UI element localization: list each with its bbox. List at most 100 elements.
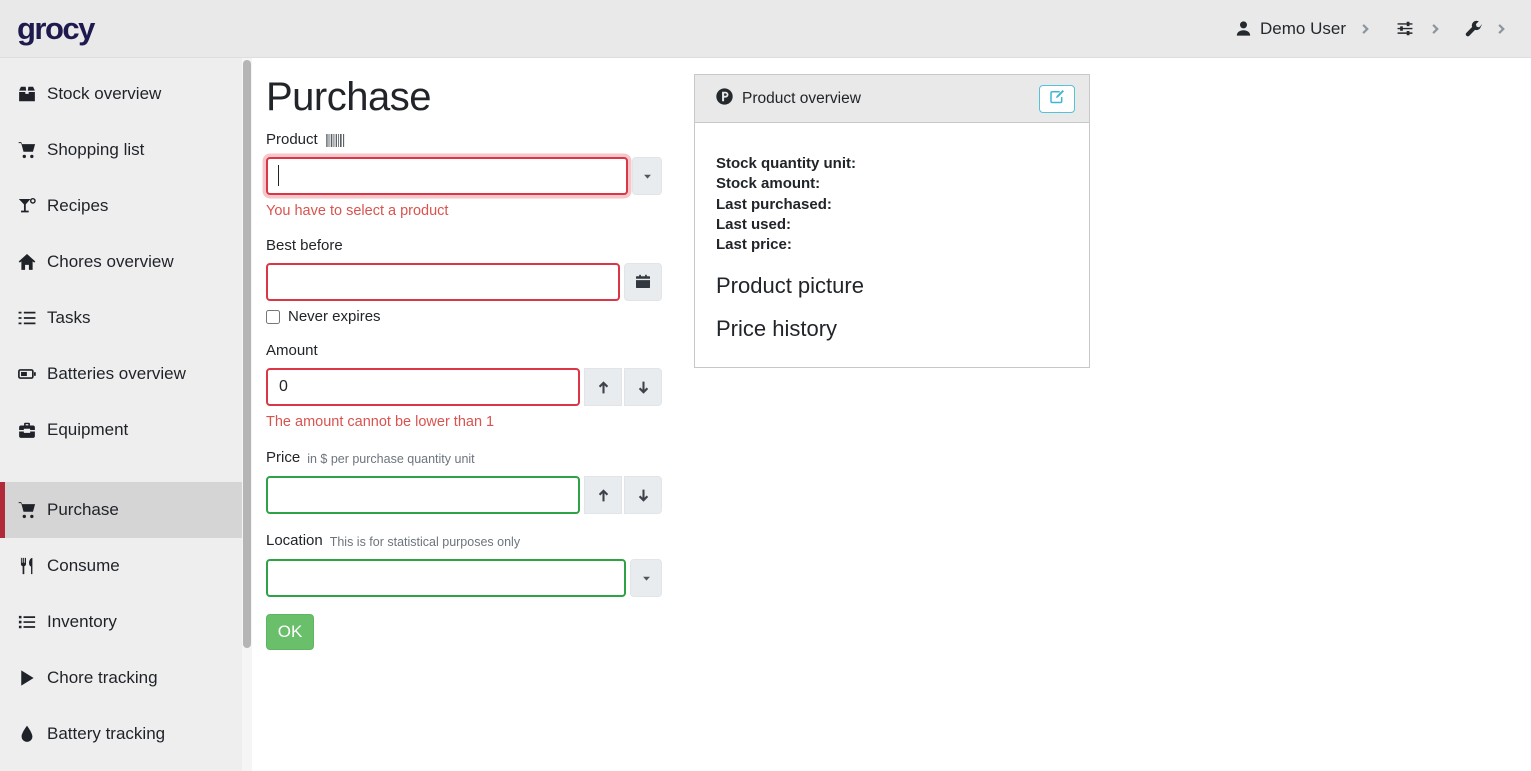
product-overview-title-row: Product overview xyxy=(716,88,861,110)
user-menu[interactable]: Demo User xyxy=(1235,19,1346,39)
product-group: Product You have to select a product xyxy=(266,131,662,220)
overview-field: Stock quantity unit: xyxy=(716,154,1068,174)
sidebar-item-shopping-list[interactable]: Shopping list xyxy=(0,122,252,178)
arrow-down-icon xyxy=(636,488,651,503)
sidebar-item-label: Recipes xyxy=(47,196,108,216)
play-icon xyxy=(17,668,37,688)
tint-icon xyxy=(17,724,37,744)
product-picture-heading: Product picture xyxy=(716,274,1068,298)
battery-icon xyxy=(17,364,37,384)
edit-icon xyxy=(1049,89,1065,108)
wrench-icon xyxy=(1464,20,1482,38)
chevron-right-icon xyxy=(1359,23,1371,35)
manage-menu[interactable] xyxy=(1394,20,1416,37)
sidebar-item-label: Consume xyxy=(47,556,120,576)
purchase-form: Purchase Product xyxy=(266,74,662,650)
calendar-icon xyxy=(635,274,651,290)
product-overview-title: Product overview xyxy=(742,90,861,108)
price-hint: in $ per purchase quantity unit xyxy=(307,448,474,468)
sidebar-item-tasks[interactable]: Tasks xyxy=(0,290,252,346)
sidebar-item-label: Chores overview xyxy=(47,252,174,272)
ok-button[interactable]: OK xyxy=(266,614,314,650)
location-group: Location This is for statistical purpose… xyxy=(266,531,662,597)
app-root: grocy Demo User xyxy=(0,0,1531,771)
amount-increment-button[interactable] xyxy=(584,368,622,406)
best-before-label: Best before xyxy=(266,237,343,255)
cocktail-icon xyxy=(17,196,37,216)
product-overview-panel: Product overview Stock quantity unit: St… xyxy=(694,74,1090,368)
utensils-icon xyxy=(17,556,37,576)
user-menu-label: Demo User xyxy=(1260,19,1346,39)
text-cursor xyxy=(278,165,279,186)
location-select[interactable] xyxy=(266,559,626,597)
sidebar-item-label: Shopping list xyxy=(47,140,144,160)
product-overview-body: Stock quantity unit: Stock amount: Last … xyxy=(695,123,1089,367)
price-input[interactable] xyxy=(266,476,580,514)
sidebar-item-battery-tracking[interactable]: Battery tracking xyxy=(0,706,252,762)
calendar-button[interactable] xyxy=(624,263,662,301)
admin-menu[interactable] xyxy=(1464,20,1482,38)
best-before-group: Best before Never expires xyxy=(266,237,662,325)
price-increment-button[interactable] xyxy=(584,476,622,514)
best-before-input[interactable] xyxy=(266,263,620,301)
product-error: You have to select a product xyxy=(266,203,662,220)
sidebar-item-label: Stock overview xyxy=(47,84,161,104)
shopping-cart-icon xyxy=(17,500,37,520)
sidebar-item-consume[interactable]: Consume xyxy=(0,538,252,594)
main-content: Purchase Product xyxy=(252,58,1531,771)
sidebar-item-label: Tasks xyxy=(47,308,90,328)
sidebar-item-chore-tracking[interactable]: Chore tracking xyxy=(0,650,252,706)
chevron-right-icon xyxy=(1429,23,1441,35)
list-icon xyxy=(17,612,37,632)
price-group: Price in $ per purchase quantity unit xyxy=(266,448,662,514)
overview-field: Stock amount: xyxy=(716,174,1068,194)
location-label: Location xyxy=(266,532,323,550)
sidebar-item-equipment[interactable]: Equipment xyxy=(0,402,252,458)
app-logo[interactable]: grocy xyxy=(17,13,94,44)
sidebar-item-stock-overview[interactable]: Stock overview xyxy=(0,66,252,122)
price-label: Price xyxy=(266,449,300,467)
sidebar-item-chores-overview[interactable]: Chores overview xyxy=(0,234,252,290)
product-hunt-icon xyxy=(716,88,733,110)
sidebar-item-inventory[interactable]: Inventory xyxy=(0,594,252,650)
box-icon xyxy=(17,84,37,104)
edit-product-button[interactable] xyxy=(1039,85,1075,113)
sidebar-scrollbar[interactable] xyxy=(242,58,252,771)
sidebar-item-recipes[interactable]: Recipes xyxy=(0,178,252,234)
chevron-right-icon xyxy=(1495,23,1507,35)
sidebar: Stock overview Shopping list Recipes Cho… xyxy=(0,58,252,771)
never-expires-row: Never expires xyxy=(266,308,662,325)
sidebar-item-purchase[interactable]: Purchase xyxy=(0,482,252,538)
toolbox-icon xyxy=(17,420,37,440)
sidebar-item-batteries-overview[interactable]: Batteries overview xyxy=(0,346,252,402)
location-dropdown-button[interactable] xyxy=(630,559,662,597)
product-dropdown-button[interactable] xyxy=(632,157,662,195)
amount-error: The amount cannot be lower than 1 xyxy=(266,414,662,431)
user-icon xyxy=(1235,20,1252,37)
product-input[interactable] xyxy=(266,157,628,195)
top-header: grocy Demo User xyxy=(0,0,1531,58)
sidebar-item-label: Inventory xyxy=(47,612,117,632)
sidebar-item-label: Batteries overview xyxy=(47,364,186,384)
amount-input[interactable] xyxy=(266,368,580,406)
header-menu: Demo User xyxy=(1235,19,1507,39)
never-expires-checkbox[interactable] xyxy=(266,310,280,324)
amount-group: Amount The amount cannot be lower than 1 xyxy=(266,342,662,431)
sidebar-scrollbar-thumb[interactable] xyxy=(243,60,251,648)
arrow-up-icon xyxy=(596,488,611,503)
sidebar-item-label: Purchase xyxy=(47,500,119,520)
never-expires-label: Never expires xyxy=(288,308,381,325)
product-overview-header: Product overview xyxy=(695,75,1089,123)
arrow-down-icon xyxy=(636,380,651,395)
caret-down-icon xyxy=(642,171,653,182)
home-icon xyxy=(17,252,37,272)
sidebar-item-label: Battery tracking xyxy=(47,724,165,744)
amount-label: Amount xyxy=(266,342,318,360)
product-overview-card: Product overview Stock quantity unit: St… xyxy=(694,74,1090,368)
location-hint: This is for statistical purposes only xyxy=(330,531,520,551)
amount-decrement-button[interactable] xyxy=(624,368,662,406)
sidebar-item-label: Equipment xyxy=(47,420,128,440)
caret-down-icon xyxy=(641,573,652,584)
barcode-icon xyxy=(325,134,346,147)
price-decrement-button[interactable] xyxy=(624,476,662,514)
